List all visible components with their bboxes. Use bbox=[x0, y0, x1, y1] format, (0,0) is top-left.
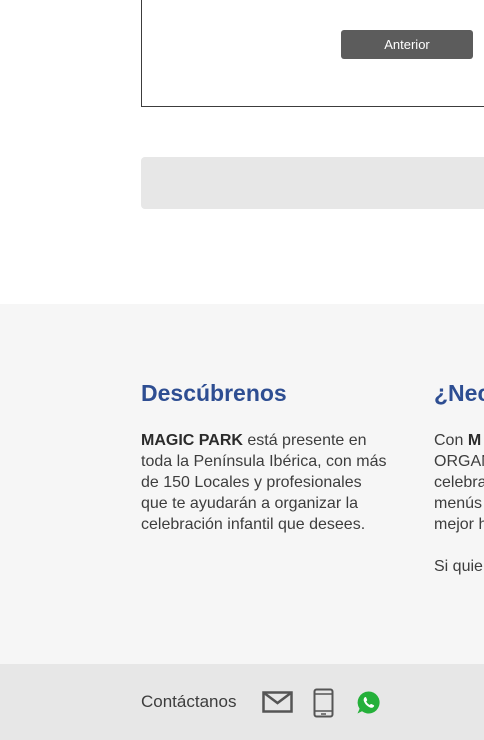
discover-text: MAGIC PARK está presente en toda la Pení… bbox=[141, 430, 391, 535]
brand-name: MAGIC PARK bbox=[141, 432, 243, 449]
grey-banner bbox=[141, 157, 484, 209]
need-brand: M bbox=[467, 432, 482, 449]
info-section: Descúbrenos MAGIC PARK está presente en … bbox=[0, 304, 484, 664]
need-line: menús bbox=[434, 495, 483, 512]
need-column: ¿Nec Con M ORGAN celebra menús mejor h S… bbox=[434, 377, 484, 577]
phone-icon[interactable] bbox=[313, 688, 334, 723]
need-line: celebra bbox=[434, 474, 484, 491]
contact-label: Contáctanos bbox=[141, 692, 237, 711]
need-second-text: Si quie bbox=[434, 558, 483, 575]
whatsapp-icon[interactable] bbox=[356, 690, 381, 720]
need-line: mejor h bbox=[434, 516, 484, 533]
need-line: ORGAN bbox=[434, 453, 484, 470]
discover-column: Descúbrenos MAGIC PARK está presente en … bbox=[141, 377, 391, 535]
mail-icon[interactable] bbox=[262, 691, 293, 718]
discover-title: Descúbrenos bbox=[141, 380, 287, 406]
contact-footer: Contáctanos bbox=[0, 664, 484, 740]
previous-button[interactable]: Anterior bbox=[341, 30, 473, 59]
need-line: Con bbox=[434, 432, 464, 449]
need-title: ¿Nec bbox=[434, 380, 484, 406]
need-text: Con M ORGAN celebra menús mejor h bbox=[434, 430, 484, 535]
form-panel: Anterior bbox=[141, 0, 484, 107]
